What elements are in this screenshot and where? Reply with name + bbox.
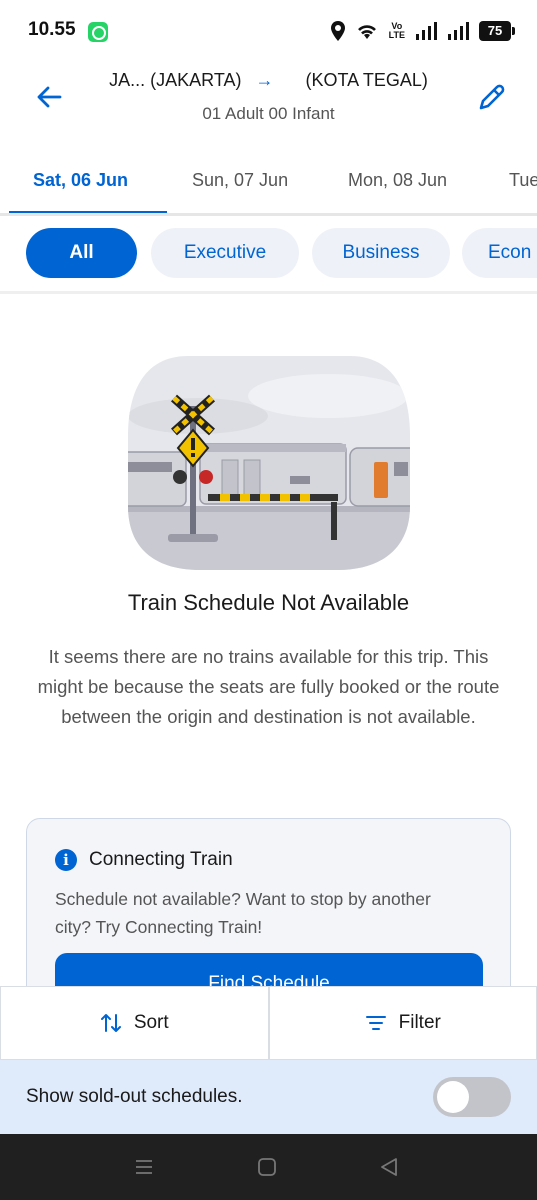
chip-all[interactable]: All — [26, 228, 137, 278]
info-icon: i — [55, 849, 77, 871]
train-crossing-illustration — [128, 356, 410, 570]
home-icon[interactable] — [256, 1156, 278, 1178]
filter-label: Filter — [398, 1012, 441, 1033]
destination-station: (KOTA TEGAL) — [305, 70, 428, 90]
sort-label: Sort — [133, 1012, 169, 1033]
sort-icon — [100, 1014, 121, 1032]
class-filter-chips: All Executive Business Econ — [0, 216, 537, 294]
chip-business[interactable]: Business — [312, 228, 450, 278]
empty-state-title: Train Schedule Not Available — [127, 590, 410, 615]
signal-icon — [448, 22, 469, 40]
filter-button[interactable]: Filter — [268, 986, 537, 1060]
chip-executive[interactable]: Executive — [151, 228, 299, 278]
wifi-icon — [357, 25, 376, 39]
route-arrow-icon: → — [255, 70, 274, 90]
signal-icon — [416, 22, 437, 40]
card-title: Connecting Train — [89, 849, 233, 870]
battery-icon: 75 — [479, 21, 515, 41]
origin-station: JA... (JAKARTA) — [109, 70, 242, 90]
pencil-icon[interactable] — [475, 80, 509, 114]
back-nav-icon[interactable] — [378, 1156, 400, 1178]
passenger-summary: 01 Adult 00 Infant — [202, 104, 335, 123]
tab-date-sat-06-jun[interactable]: Sat, 06 Jun — [33, 170, 128, 191]
status-bar: 10.55 Vo LTE 75 — [0, 0, 537, 62]
volte-bottom: LTE — [388, 30, 405, 40]
soldout-label: Show sold-out schedules. — [26, 1086, 243, 1107]
card-header: i Connecting Train — [55, 849, 233, 871]
active-tab-indicator — [9, 211, 167, 213]
sort-filter-bar: Sort Filter — [0, 986, 537, 1060]
location-icon — [330, 21, 345, 41]
volte-indicator: Vo LTE — [389, 22, 405, 40]
soldout-toggle[interactable] — [433, 1077, 511, 1117]
system-nav-bar — [0, 1134, 537, 1200]
trip-header: JA... (JAKARTA) → (KOTA TEGAL) 01 Adult 00… — [0, 62, 537, 150]
tab-date-sun-07-jun[interactable]: Sun, 07 Jun — [192, 170, 288, 191]
tab-date-mon-08-jun[interactable]: Mon, 08 Jun — [348, 170, 447, 191]
soldout-row: Show sold-out schedules. — [0, 1060, 537, 1134]
toggle-knob — [437, 1081, 469, 1113]
tab-date-tue[interactable]: Tue — [509, 170, 537, 191]
whatsapp-icon — [88, 22, 108, 42]
filter-icon — [365, 1016, 386, 1030]
empty-state-description: It seems there are no trains available f… — [37, 646, 500, 727]
status-icons: Vo LTE 75 — [330, 18, 515, 44]
date-tabs: Sat, 06 Jun Sun, 07 Jun Mon, 08 Jun Tue — [0, 150, 537, 216]
route-title: JA... (JAKARTA) → (KOTA TEGAL) — [0, 70, 537, 91]
menu-icon[interactable] — [133, 1156, 155, 1178]
chip-economy[interactable]: Econ — [462, 228, 537, 278]
status-time: 10.55 — [28, 19, 76, 40]
card-description: Schedule not available? Want to stop by … — [55, 889, 431, 937]
sort-button[interactable]: Sort — [0, 986, 269, 1060]
